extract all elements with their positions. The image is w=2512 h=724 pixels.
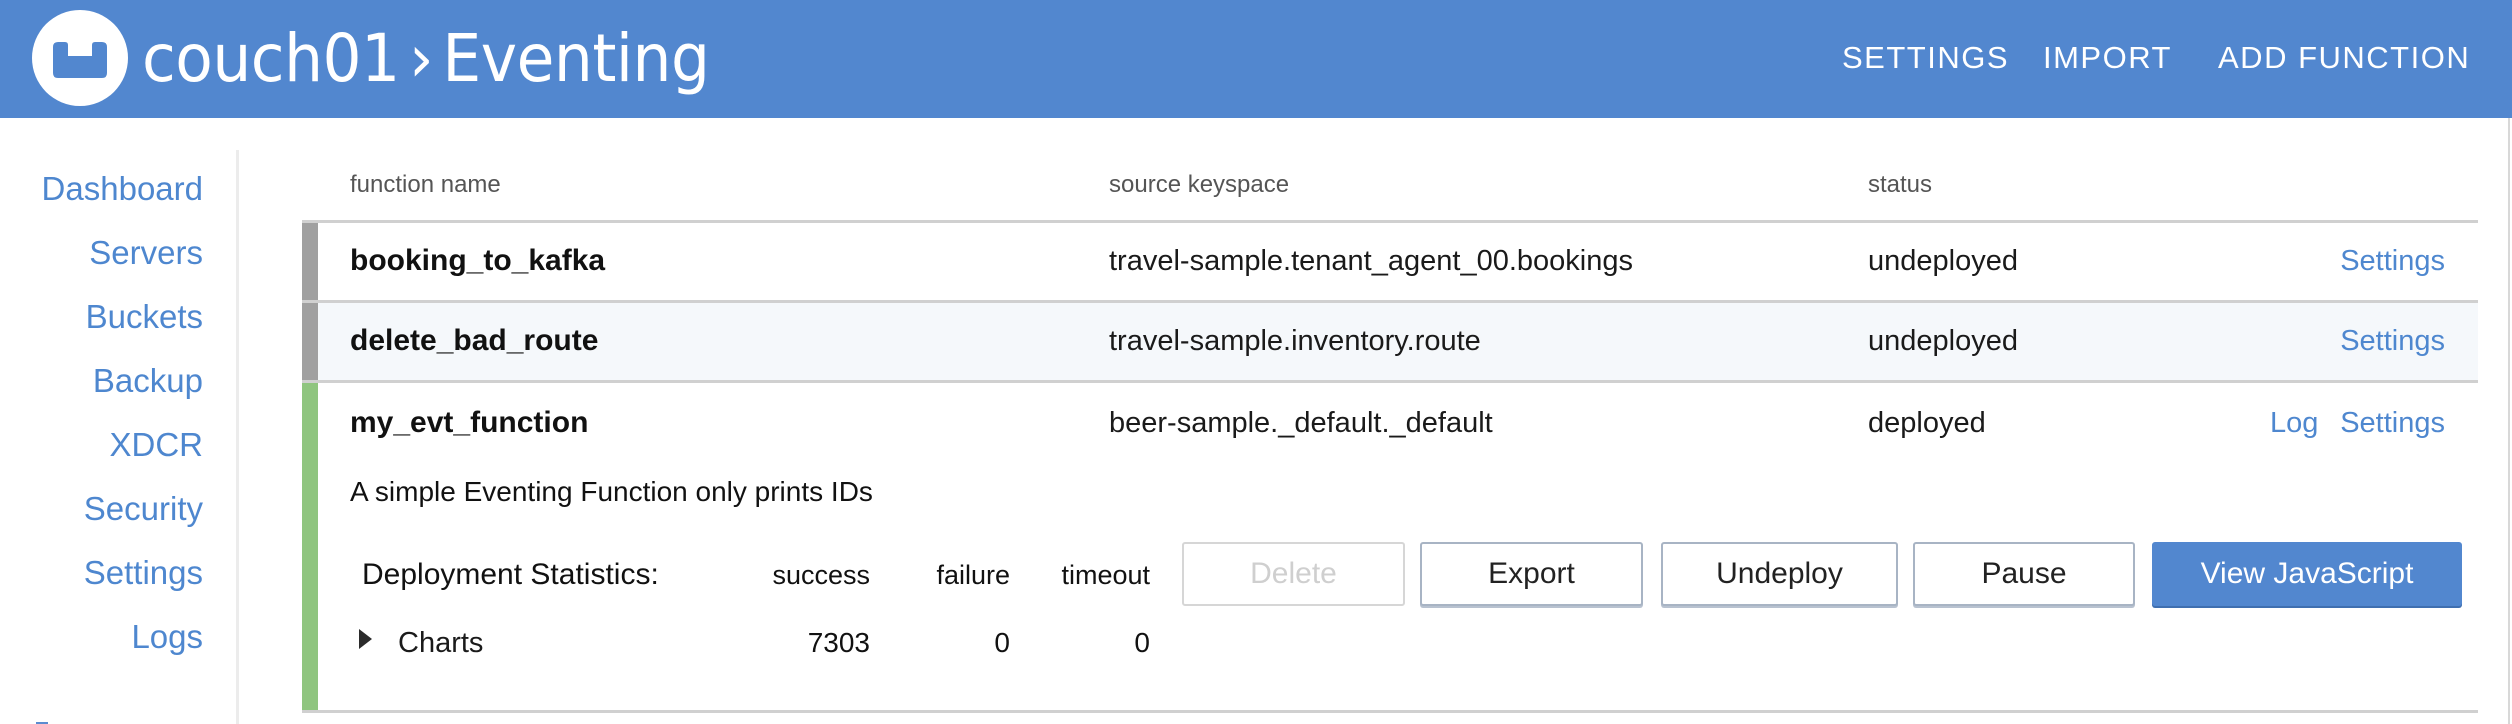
settings-link[interactable]: Settings: [2340, 321, 2445, 361]
export-button[interactable]: Export: [1420, 542, 1643, 606]
expand-triangle-icon[interactable]: [359, 629, 372, 649]
header-settings-link[interactable]: SETTINGS: [1842, 36, 2009, 80]
source-keyspace: travel-sample.tenant_agent_00.bookings: [1109, 245, 1633, 277]
sidebar-item-security[interactable]: Security: [84, 489, 203, 529]
settings-link[interactable]: Settings: [2340, 403, 2445, 443]
sidebar-item-servers[interactable]: Servers: [89, 233, 203, 273]
window-edge: [2508, 118, 2510, 724]
status-indicator-bar: [302, 223, 318, 300]
sidebar-item-xdcr[interactable]: XDCR: [109, 425, 203, 465]
stat-value-success: 7303: [807, 627, 870, 658]
page-title: couch01 › Eventing: [142, 14, 710, 104]
stat-header-failure: failure: [936, 560, 1010, 590]
pause-button[interactable]: Pause: [1913, 542, 2135, 606]
undeploy-button[interactable]: Undeploy: [1661, 542, 1898, 606]
stat-header-timeout: timeout: [1061, 560, 1150, 590]
sidebar-divider: [236, 150, 239, 724]
sidebar-item-buckets[interactable]: Buckets: [86, 297, 203, 337]
column-header-function-name[interactable]: function name: [350, 170, 501, 200]
stat-value-timeout: 0: [1134, 627, 1150, 658]
table-row[interactable]: delete_bad_route travel-sample.inventory…: [302, 300, 2478, 381]
page-name: Eventing: [442, 20, 710, 97]
sidebar-item-logs[interactable]: Logs: [131, 617, 203, 657]
header-add-function-link[interactable]: ADD FUNCTION: [2218, 36, 2470, 80]
charts-toggle[interactable]: Charts: [398, 623, 483, 663]
cluster-name[interactable]: couch01: [142, 20, 400, 97]
stat-header-success: success: [772, 560, 870, 590]
table-row[interactable]: booking_to_kafka travel-sample.tenant_ag…: [302, 220, 2478, 300]
delete-button[interactable]: Delete: [1182, 542, 1405, 606]
deployment-statistics-label: Deployment Statistics:: [362, 558, 659, 591]
status-indicator-bar: [302, 383, 318, 710]
column-header-status[interactable]: status: [1868, 170, 1932, 200]
stat-value-failure: 0: [994, 627, 1010, 658]
couchbase-logo-icon[interactable]: [31, 9, 129, 107]
function-name[interactable]: delete_bad_route: [350, 321, 598, 361]
source-keyspace: beer-sample._default._default: [1109, 407, 1493, 439]
sidebar-item-backup[interactable]: Backup: [93, 361, 203, 401]
status-text: deployed: [1868, 407, 1986, 439]
top-header: couch01 › Eventing SETTINGS IMPORT ADD FUN…: [0, 0, 2512, 118]
settings-link[interactable]: Settings: [2340, 241, 2445, 281]
view-javascript-button[interactable]: View JavaScript: [2152, 542, 2462, 606]
sidebar-item-settings[interactable]: Settings: [84, 553, 203, 593]
status-indicator-bar: [302, 303, 318, 381]
sidebar-item-dashboard[interactable]: Dashboard: [42, 169, 203, 209]
status-text: undeployed: [1868, 245, 2018, 277]
log-link[interactable]: Log: [2270, 403, 2318, 443]
status-text: undeployed: [1868, 325, 2018, 357]
header-import-link[interactable]: IMPORT: [2043, 36, 2172, 80]
function-name[interactable]: my_evt_function: [350, 403, 588, 443]
function-description: A simple Eventing Function only prints I…: [350, 476, 873, 507]
source-keyspace: travel-sample.inventory.route: [1109, 325, 1481, 357]
breadcrumb-separator: ›: [409, 20, 434, 97]
column-header-source-keyspace[interactable]: source keyspace: [1109, 170, 1289, 200]
function-name[interactable]: booking_to_kafka: [350, 241, 605, 281]
